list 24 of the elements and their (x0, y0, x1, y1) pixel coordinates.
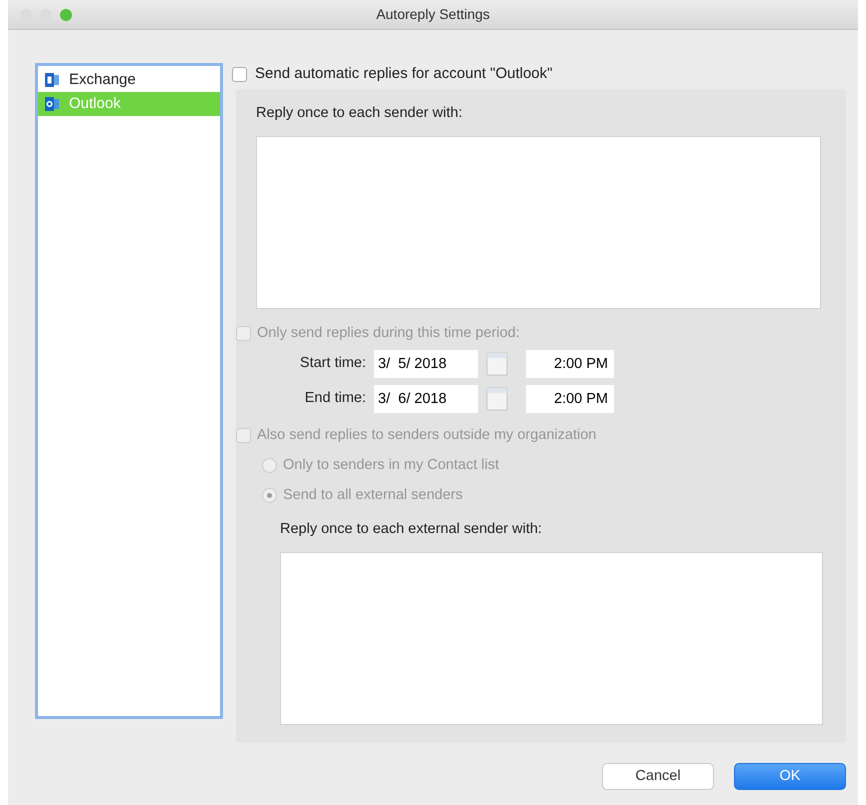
outlook-icon (44, 96, 60, 112)
time-label: Start time: (298, 354, 366, 374)
date-field[interactable]: 3/ 6/ 2018 (374, 385, 478, 414)
radio-label: Only to senders in my Contact list (283, 456, 499, 475)
reply-label: Reply once to each sender with: (256, 104, 464, 123)
external-reply-label: Reply once to each external sender with: (280, 520, 543, 539)
window-title: Autoreply Settings (376, 5, 490, 24)
calendar-icon[interactable] (486, 352, 508, 376)
radio-label: Send to all external senders (283, 486, 463, 505)
checkbox-label: Send automatic replies for account "Outlook" (255, 64, 552, 84)
time-field[interactable]: 2:00 PM (526, 385, 614, 414)
time-field[interactable]: 2:00 PM (526, 350, 614, 378)
account-item[interactable]: Exchange (38, 68, 220, 92)
time-label: End time: (304, 389, 366, 408)
cancel-button[interactable]: Cancel (602, 763, 714, 790)
calendar-icon[interactable] (486, 387, 508, 412)
checkbox-label: Also send replies to senders outside my organization (257, 426, 596, 445)
exchange-icon (44, 72, 60, 88)
reply-text-area[interactable] (256, 136, 821, 309)
checkbox-label: Only send replies during this time period: (257, 324, 520, 343)
zoom-button[interactable] (60, 9, 72, 21)
date-field[interactable]: 3/ 5/ 2018 (374, 350, 478, 378)
checkbox[interactable] (232, 66, 247, 82)
external-reply-text-area[interactable] (280, 552, 823, 724)
